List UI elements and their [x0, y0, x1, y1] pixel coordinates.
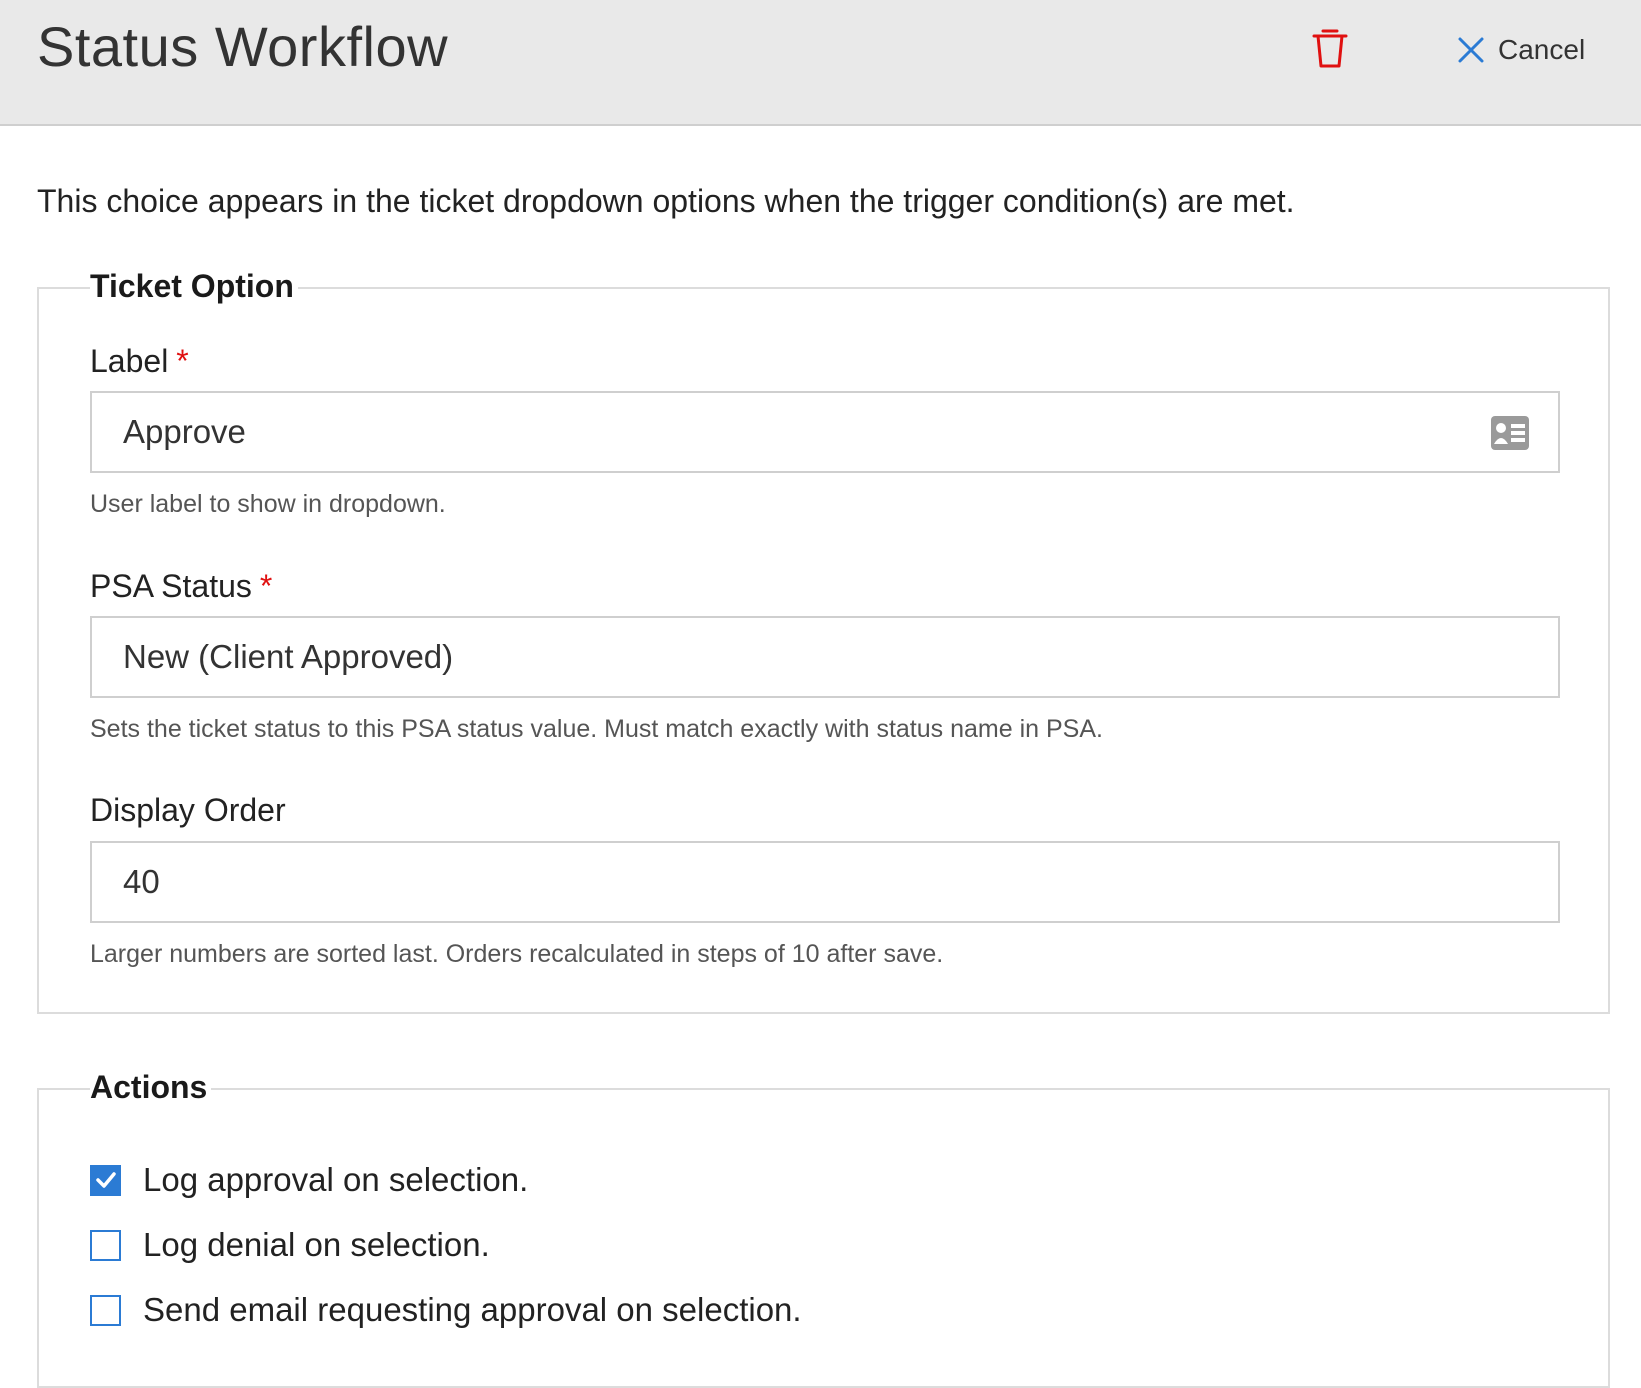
- cancel-label: Cancel: [1498, 34, 1586, 65]
- ticket-option-legend: Ticket Option: [90, 268, 298, 305]
- log-approval-checkbox[interactable]: [90, 1164, 121, 1196]
- label-field-label-text: Label: [90, 343, 169, 379]
- intro-text: This choice appears in the ticket dropdo…: [37, 183, 1295, 219]
- psa-status-input-value: New (Client Approved): [123, 638, 454, 675]
- trash-icon: [1312, 29, 1348, 68]
- required-mark: *: [176, 343, 189, 379]
- log-denial-option[interactable]: Log denial on selection.: [90, 1226, 490, 1264]
- actions-legend: Actions: [90, 1069, 212, 1106]
- display-order-input-value: 40: [123, 863, 160, 900]
- page-title: Status Workflow: [37, 15, 449, 78]
- log-approval-label: Log approval on selection.: [143, 1161, 529, 1198]
- delete-button[interactable]: [1310, 26, 1350, 70]
- display-order-input[interactable]: 40: [90, 841, 1560, 923]
- cancel-button[interactable]: Cancel: [1456, 30, 1585, 70]
- required-mark: *: [259, 568, 273, 604]
- label-field-label: Label *: [90, 343, 189, 380]
- psa-status-label-text: PSA Status: [90, 568, 252, 604]
- label-help-text: User label to show in dropdown.: [90, 490, 446, 518]
- display-order-label: Display Order: [90, 792, 286, 828]
- checkmark-icon: [95, 1172, 116, 1188]
- header-bar: Status Workflow Cancel: [0, 0, 1641, 126]
- label-input[interactable]: Approve: [90, 391, 1560, 473]
- send-email-option[interactable]: Send email requesting approval on select…: [90, 1291, 802, 1329]
- display-order-help-text: Larger numbers are sorted last. Orders r…: [90, 940, 944, 968]
- log-approval-option[interactable]: Log approval on selection.: [90, 1161, 528, 1199]
- label-input-value: Approve: [123, 413, 246, 450]
- log-denial-label: Log denial on selection.: [143, 1226, 490, 1263]
- close-icon: [1458, 37, 1484, 63]
- send-email-checkbox[interactable]: [90, 1294, 121, 1326]
- log-denial-checkbox[interactable]: [90, 1229, 121, 1261]
- psa-status-label: PSA Status *: [90, 568, 272, 605]
- psa-status-input[interactable]: New (Client Approved): [90, 616, 1560, 698]
- send-email-label: Send email requesting approval on select…: [143, 1291, 802, 1328]
- psa-status-help-text: Sets the ticket status to this PSA statu…: [90, 715, 1103, 743]
- contact-card-icon[interactable]: [1490, 415, 1530, 451]
